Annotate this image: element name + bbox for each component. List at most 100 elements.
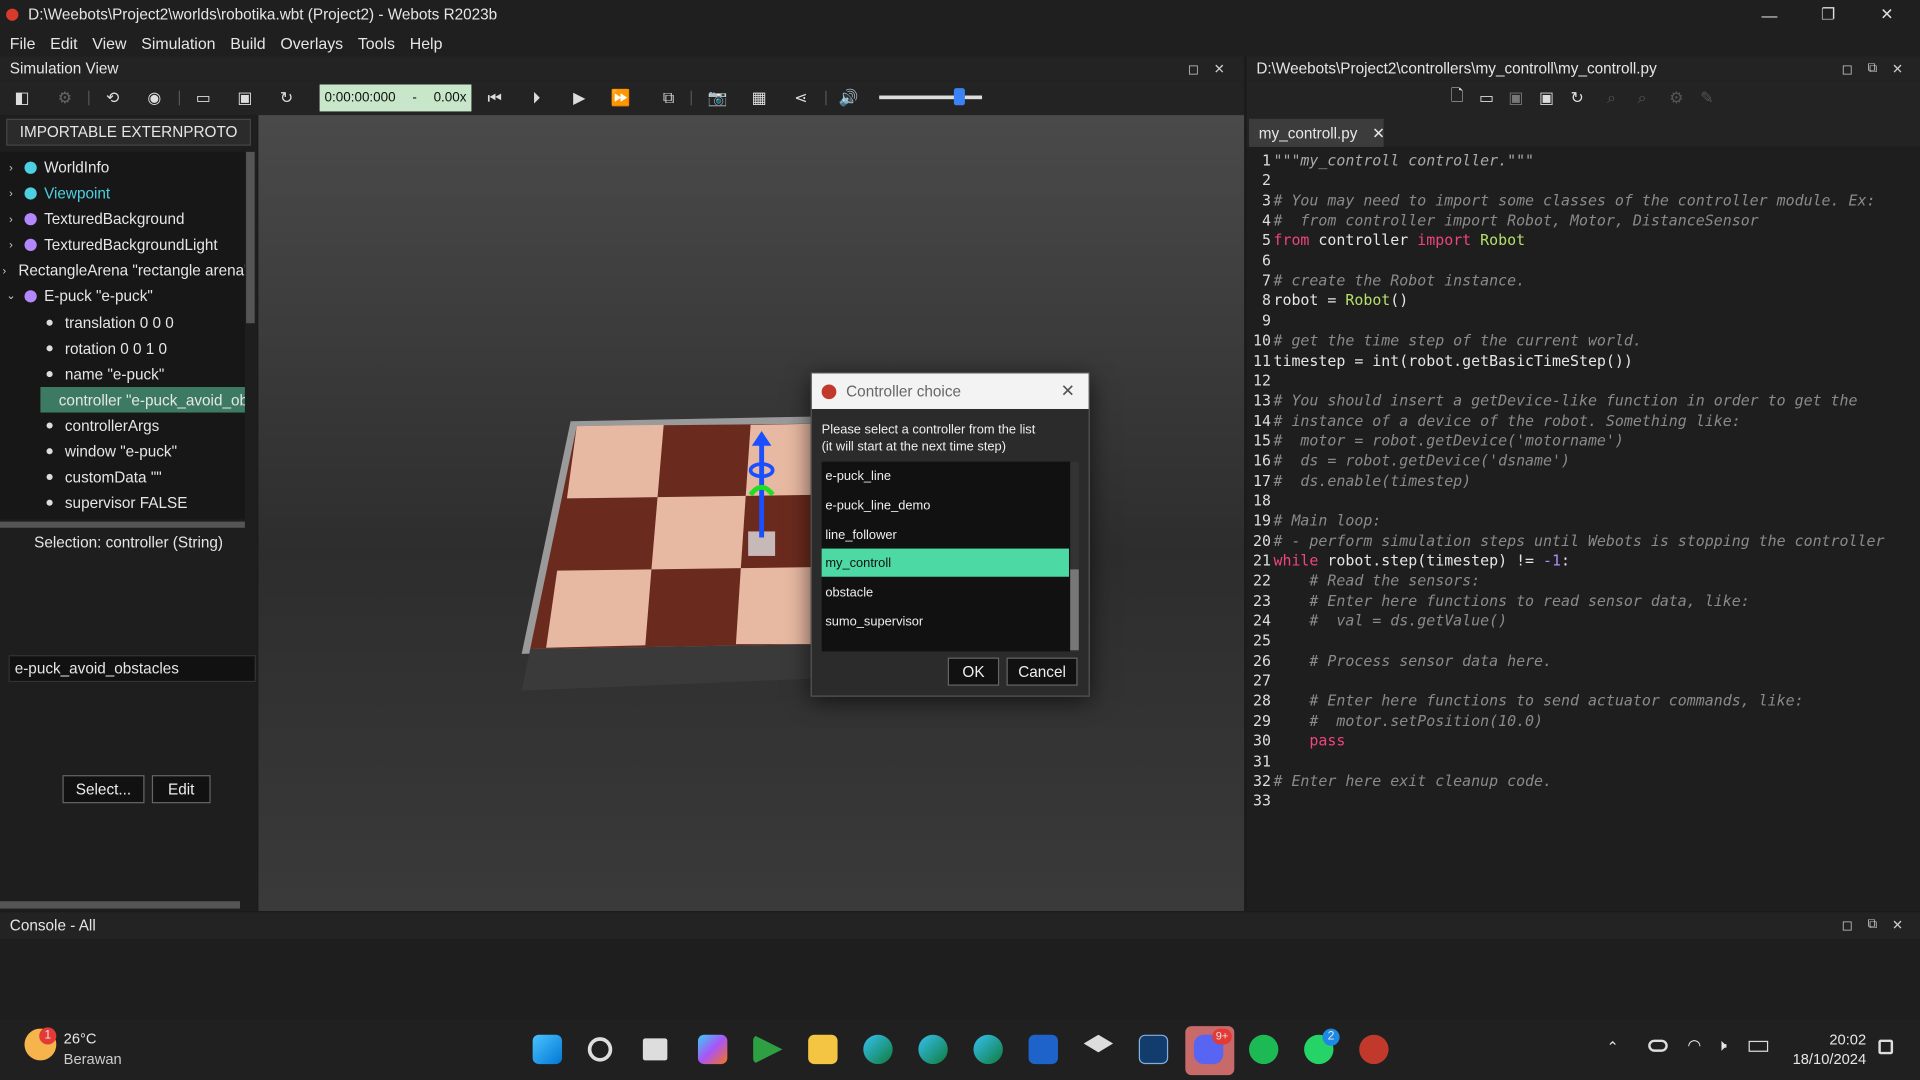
expand-icon[interactable]: › [2, 264, 6, 276]
clean-icon[interactable]: ✎ [1697, 88, 1717, 108]
battery-icon[interactable] [1748, 1040, 1769, 1052]
reload-icon[interactable]: ⟲ [103, 88, 123, 108]
float-icon[interactable]: ◻ [1842, 61, 1853, 77]
code-line[interactable]: 23 # Enter here functions to read sensor… [1247, 592, 1750, 612]
tree-node-viewpoint[interactable]: › Viewpoint [0, 180, 245, 206]
editor-tab[interactable]: my_controll.py ✕ [1248, 118, 1385, 147]
tree-node-textured-background-light[interactable]: › TexturedBackgroundLight [0, 231, 245, 257]
menu-build[interactable]: Build [223, 34, 273, 52]
3d-viewport[interactable] [258, 115, 1245, 912]
code-line[interactable]: 16 # ds = robot.getDevice('dsname') [1247, 452, 1570, 472]
field-window[interactable]: window "e-puck" [0, 438, 245, 464]
file-explorer-icon[interactable] [808, 1034, 838, 1065]
dialog-close-icon[interactable]: ✕ [1057, 380, 1079, 402]
expand-icon[interactable]: › [2, 238, 19, 250]
code-line[interactable]: 25 [1247, 632, 1274, 652]
field-name[interactable]: name "e-puck" [0, 361, 245, 387]
field-rotation[interactable]: rotation 0 0 1 0 [0, 336, 245, 362]
tree-node-epuck[interactable]: ⌄ E-puck "e-puck" [0, 283, 245, 309]
volume-icon[interactable]: 🔊 [839, 88, 859, 108]
onedrive-icon[interactable] [1648, 1039, 1668, 1052]
revert-icon[interactable]: ↻ [1567, 88, 1587, 108]
open-file-icon[interactable]: ▭ [1477, 88, 1497, 108]
show-hidden-icons[interactable]: ⌃ [1607, 1038, 1619, 1055]
code-line[interactable]: 7 # create the Robot instance. [1247, 272, 1525, 292]
code-line[interactable]: 29 # motor.setPosition(10.0) [1247, 712, 1543, 732]
code-line[interactable]: 8 robot = Robot() [1247, 292, 1408, 312]
maximize-icon[interactable]: ⧉ [1868, 61, 1878, 77]
expand-icon[interactable]: › [2, 187, 19, 199]
field-controller-args[interactable]: controllerArgs [0, 413, 245, 439]
tree-node-worldinfo[interactable]: › WorldInfo [0, 154, 245, 180]
clock-time[interactable]: 20:02 [1785, 1031, 1866, 1048]
code-line[interactable]: 6 [1247, 252, 1274, 272]
find-icon[interactable]: ⌕ [1602, 88, 1622, 108]
tab-close-icon[interactable]: ✕ [1372, 124, 1385, 142]
reset-simulation-icon[interactable]: ⏮ [485, 88, 505, 108]
notification-icon[interactable] [1878, 1039, 1894, 1055]
wifi-icon[interactable]: ◠ [1687, 1036, 1701, 1056]
fast-forward-icon[interactable]: ⏩ [611, 88, 631, 108]
code-line[interactable]: 26 # Process sensor data here. [1247, 652, 1552, 672]
controller-item[interactable]: obstacle [822, 578, 1069, 606]
select-button[interactable]: Select... [62, 775, 145, 804]
replace-icon[interactable]: ⌕ [1632, 88, 1652, 108]
menu-simulation[interactable]: Simulation [134, 34, 223, 52]
field-supervisor[interactable]: supervisor FALSE [0, 490, 245, 516]
field-controller[interactable]: controller "e-puck_avoid_obstacles" [0, 386, 245, 413]
controller-item[interactable]: e-puck_line [822, 462, 1069, 490]
maximize-icon[interactable]: ⧉ [1868, 917, 1878, 933]
store-icon[interactable] [1028, 1034, 1058, 1065]
minimize-button[interactable]: — [1741, 0, 1797, 29]
spotify-icon[interactable] [1248, 1034, 1279, 1065]
rendering-icon[interactable]: ⧉ [659, 88, 679, 108]
code-line[interactable]: 30 pass [1247, 732, 1345, 752]
save-all-icon[interactable]: ▣ [1537, 88, 1557, 108]
code-line[interactable]: 20 # - perform simulation steps until Web… [1247, 532, 1884, 552]
code-line[interactable]: 17 # ds.enable(timestep) [1247, 472, 1471, 492]
controller-item[interactable]: e-puck_line_demo [822, 491, 1069, 519]
collapse-icon[interactable]: ⌄ [2, 289, 19, 302]
expand-icon[interactable]: › [2, 212, 19, 224]
step-icon[interactable]: ⏵ [527, 88, 547, 108]
console-output[interactable] [0, 939, 1920, 1021]
save-world-icon[interactable]: ▣ [235, 88, 255, 108]
code-line[interactable]: 18 [1247, 492, 1274, 512]
code-line[interactable]: 27 [1247, 672, 1274, 692]
tree-hscrollbar[interactable] [0, 521, 245, 528]
code-line[interactable]: 10 # get the time step of the current wor… [1247, 332, 1642, 352]
tree-scrollbar[interactable] [246, 151, 255, 324]
code-line[interactable]: 2 [1247, 172, 1274, 192]
weather-desc[interactable]: Berawan [64, 1051, 122, 1068]
edge-dev-icon[interactable] [918, 1034, 948, 1065]
code-line[interactable]: 28 # Enter here functions to send actuat… [1247, 692, 1804, 712]
code-line[interactable]: 32 # Enter here exit cleanup code. [1247, 772, 1552, 792]
code-line[interactable]: 15 # motor = robot.getDevice('motorname') [1247, 432, 1624, 452]
menu-file[interactable]: File [2, 34, 42, 52]
code-line[interactable]: 5 from controller import Robot [1247, 232, 1525, 252]
close-panel-icon[interactable]: ✕ [1892, 917, 1903, 933]
edge-beta-icon[interactable] [973, 1034, 1003, 1065]
close-panel-icon[interactable]: ✕ [1214, 61, 1225, 77]
play-icon[interactable]: ▶ [569, 88, 589, 108]
start-icon[interactable] [532, 1034, 563, 1065]
cancel-button[interactable]: Cancel [1006, 657, 1078, 686]
menu-edit[interactable]: Edit [43, 34, 85, 52]
code-line[interactable]: 22 # Read the sensors: [1247, 572, 1480, 592]
weather-temp[interactable]: 26°C [64, 1030, 97, 1047]
search-icon[interactable] [587, 1037, 613, 1062]
code-line[interactable]: 14 # instance of a device of the robot. S… [1247, 412, 1741, 432]
reload-world-icon[interactable]: ↻ [277, 88, 297, 108]
app-icon[interactable] [1138, 1034, 1169, 1065]
copilot-icon[interactable] [697, 1034, 728, 1065]
importable-externproto-button[interactable]: IMPORTABLE EXTERNPROTO [6, 118, 252, 146]
open-world-icon[interactable]: ▭ [193, 88, 213, 108]
code-line[interactable]: 12 [1247, 372, 1274, 392]
volume-slider[interactable] [879, 95, 983, 100]
code-line[interactable]: 3 # You may need to import some classes o… [1247, 192, 1875, 212]
field-custom-data[interactable]: customData "" [0, 464, 245, 490]
toggle-scene-tree-icon[interactable]: ◧ [12, 88, 32, 108]
menu-tools[interactable]: Tools [350, 34, 402, 52]
edge-icon[interactable] [863, 1034, 893, 1065]
code-line[interactable]: 31 [1247, 752, 1274, 772]
